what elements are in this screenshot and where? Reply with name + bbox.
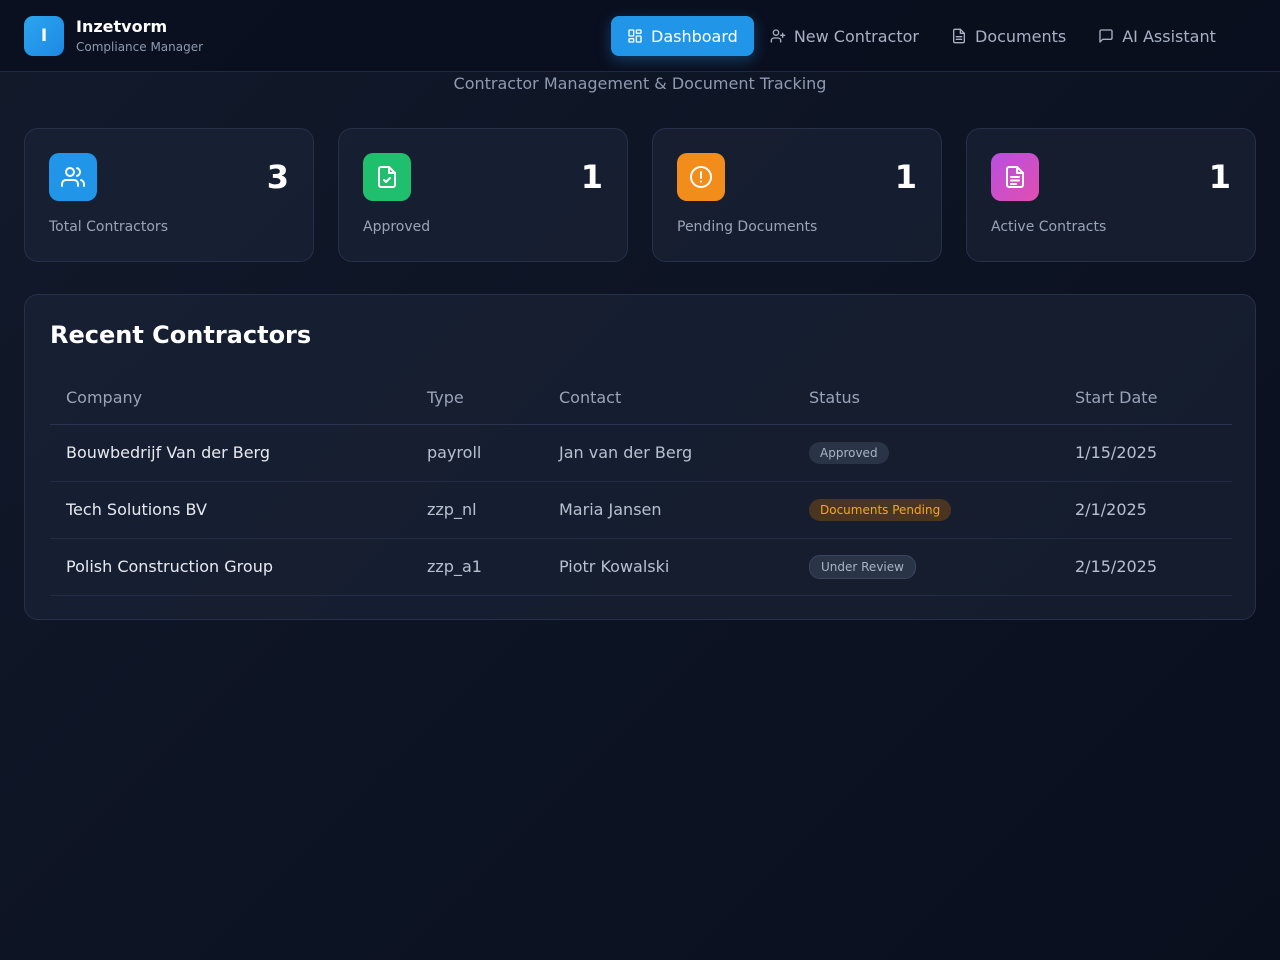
stat-card-total-contractors: 3 Total Contractors <box>24 128 314 262</box>
cell-type: zzp_a1 <box>411 538 543 596</box>
stat-value: 3 <box>266 158 289 196</box>
stat-value: 1 <box>580 158 603 196</box>
alert-circle-icon <box>677 153 725 201</box>
column-header-type: Type <box>411 371 543 425</box>
nav-new-contractor[interactable]: New Contractor <box>754 16 935 56</box>
column-header-company: Company <box>50 371 411 425</box>
brand-subtitle: Compliance Manager <box>76 40 204 54</box>
user-plus-icon <box>770 29 786 43</box>
stat-card-approved: 1 Approved <box>338 128 628 262</box>
nav-ai-assistant[interactable]: AI Assistant <box>1082 16 1232 56</box>
cell-type: zzp_nl <box>411 481 543 539</box>
document-icon <box>953 28 965 44</box>
hero-subtitle: Contractor Management & Document Trackin… <box>453 74 827 93</box>
table-row[interactable]: Polish Construction Group zzp_a1 Piotr K… <box>50 538 1232 596</box>
users-icon <box>49 153 97 201</box>
recent-contractors-panel: Recent Contractors Company Type Contact … <box>24 294 1256 620</box>
file-check-icon <box>363 153 411 201</box>
cell-contact: Jan van der Berg <box>543 424 793 482</box>
stat-label: Approved <box>363 219 431 235</box>
cell-contact: Piotr Kowalski <box>543 538 793 596</box>
stat-label: Active Contracts <box>991 219 1107 235</box>
stat-value: 1 <box>1208 158 1231 196</box>
brand-text: Inzetvorm Compliance Manager <box>76 17 203 55</box>
column-header-status: Status <box>793 371 1059 425</box>
nav-dashboard-label: Dashboard <box>651 26 738 46</box>
nav-documents[interactable]: Documents <box>935 16 1082 56</box>
stats-row: 3 Total Contractors 1 Approved 1 Pending… <box>24 128 1256 262</box>
stat-value: 1 <box>894 158 917 196</box>
stat-label: Total Contractors <box>49 219 168 235</box>
nav-new-contractor-label: New Contractor <box>793 26 919 46</box>
cell-type: payroll <box>411 424 543 482</box>
file-text-icon <box>991 153 1039 201</box>
cell-start-date: 1/15/2025 <box>1059 424 1232 482</box>
contractors-table: Company Type Contact Status Start Date B… <box>50 371 1232 596</box>
status-badge: Documents Pending <box>809 498 952 521</box>
top-navigation-bar: I Inzetvorm Compliance Manager Dashboard… <box>0 0 1280 72</box>
cell-status: Under Review <box>793 538 1059 596</box>
stat-card-active-contracts: 1 Active Contracts <box>966 128 1256 262</box>
nav-dashboard[interactable]: Dashboard <box>611 16 754 56</box>
cell-status: Approved <box>793 424 1059 482</box>
nav-ai-assistant-label: AI Assistant <box>1122 26 1216 46</box>
chat-icon <box>1099 29 1113 43</box>
brand[interactable]: I Inzetvorm Compliance Manager <box>24 16 203 56</box>
dashboard-icon <box>628 29 642 43</box>
main-nav: Dashboard New Contractor Documents AI As… <box>611 16 1232 56</box>
column-header-contact: Contact <box>543 371 793 425</box>
cell-contact: Maria Jansen <box>543 481 793 539</box>
cell-company: Tech Solutions BV <box>50 481 411 539</box>
cell-start-date: 2/1/2025 <box>1059 481 1232 539</box>
stat-label: Pending Documents <box>677 219 818 235</box>
brand-logo: I <box>24 16 64 56</box>
cell-company: Bouwbedrijf Van der Berg <box>50 424 411 482</box>
status-badge: Approved <box>809 441 889 464</box>
stat-card-pending-documents: 1 Pending Documents <box>652 128 942 262</box>
cell-company: Polish Construction Group <box>50 538 411 596</box>
table-header-row: Company Type Contact Status Start Date <box>50 371 1232 425</box>
status-badge: Under Review <box>809 554 916 579</box>
nav-documents-label: Documents <box>975 26 1067 46</box>
panel-title: Recent Contractors <box>50 321 312 349</box>
table-row[interactable]: Tech Solutions BV zzp_nl Maria Jansen Do… <box>50 481 1232 539</box>
column-header-start-date: Start Date <box>1059 371 1232 425</box>
brand-name: Inzetvorm <box>76 17 168 36</box>
cell-start-date: 2/15/2025 <box>1059 538 1232 596</box>
table-row[interactable]: Bouwbedrijf Van der Berg payroll Jan van… <box>50 424 1232 482</box>
cell-status: Documents Pending <box>793 481 1059 539</box>
